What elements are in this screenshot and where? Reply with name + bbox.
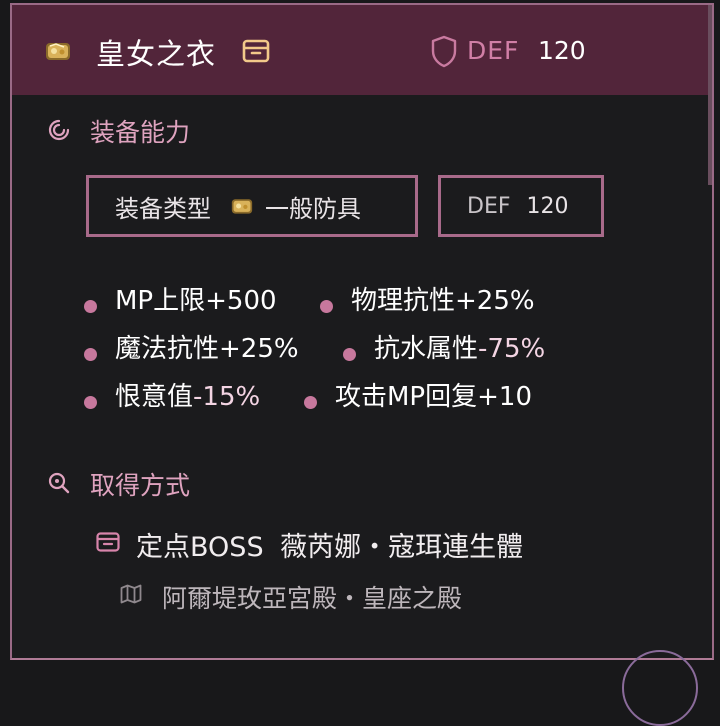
swirl-icon bbox=[48, 119, 70, 141]
equipment-type-pill: 装备类型 一般防具 bbox=[86, 175, 418, 237]
mail-icon bbox=[96, 532, 120, 552]
scrollbar[interactable] bbox=[708, 5, 712, 185]
treasure-item-icon bbox=[231, 199, 253, 214]
equipment-type-value: 一般防具 bbox=[265, 194, 361, 223]
def-pill-value: 120 bbox=[526, 193, 569, 219]
stat-item: 攻击MP回复+10 bbox=[304, 376, 532, 413]
source-entry[interactable]: 定点BOSS 薇芮娜・寇珥連生體 bbox=[136, 525, 523, 564]
def-pill-label: DEF bbox=[467, 193, 511, 219]
def-pill: DEF 120 bbox=[438, 175, 604, 237]
search-icon bbox=[48, 472, 70, 494]
location-text[interactable]: 阿爾堤玫亞宮殿・皇座之殿 bbox=[162, 579, 462, 615]
stat-item: 抗水属性-75% bbox=[343, 328, 545, 365]
equipment-type-label: 装备类型 bbox=[115, 194, 211, 223]
stat-item: 恨意值-15% bbox=[84, 376, 260, 413]
def-label: DEF bbox=[467, 36, 520, 65]
box-icon[interactable] bbox=[242, 38, 270, 64]
item-header: 皇女之衣 DEF 120 bbox=[12, 5, 712, 95]
def-value: 120 bbox=[538, 36, 586, 65]
source-name: 薇芮娜・寇珥連生體 bbox=[280, 532, 524, 563]
item-card: 皇女之衣 DEF 120 装备能力 装备类型 一般防具 DEF 120 MP上限… bbox=[10, 3, 714, 660]
source-label: 定点BOSS bbox=[136, 532, 264, 563]
acquire-section-title: 取得方式 bbox=[90, 471, 191, 500]
stat-item: 物理抗性+25% bbox=[320, 280, 535, 317]
shield-icon bbox=[431, 35, 457, 68]
corner-widget[interactable] bbox=[622, 650, 698, 726]
stat-item: MP上限+500 bbox=[84, 280, 277, 317]
map-icon bbox=[120, 584, 142, 604]
ability-section-title: 装备能力 bbox=[90, 118, 191, 147]
item-title: 皇女之衣 bbox=[96, 37, 217, 71]
treasure-item-icon bbox=[46, 43, 70, 60]
stat-item: 魔法抗性+25% bbox=[84, 328, 299, 365]
